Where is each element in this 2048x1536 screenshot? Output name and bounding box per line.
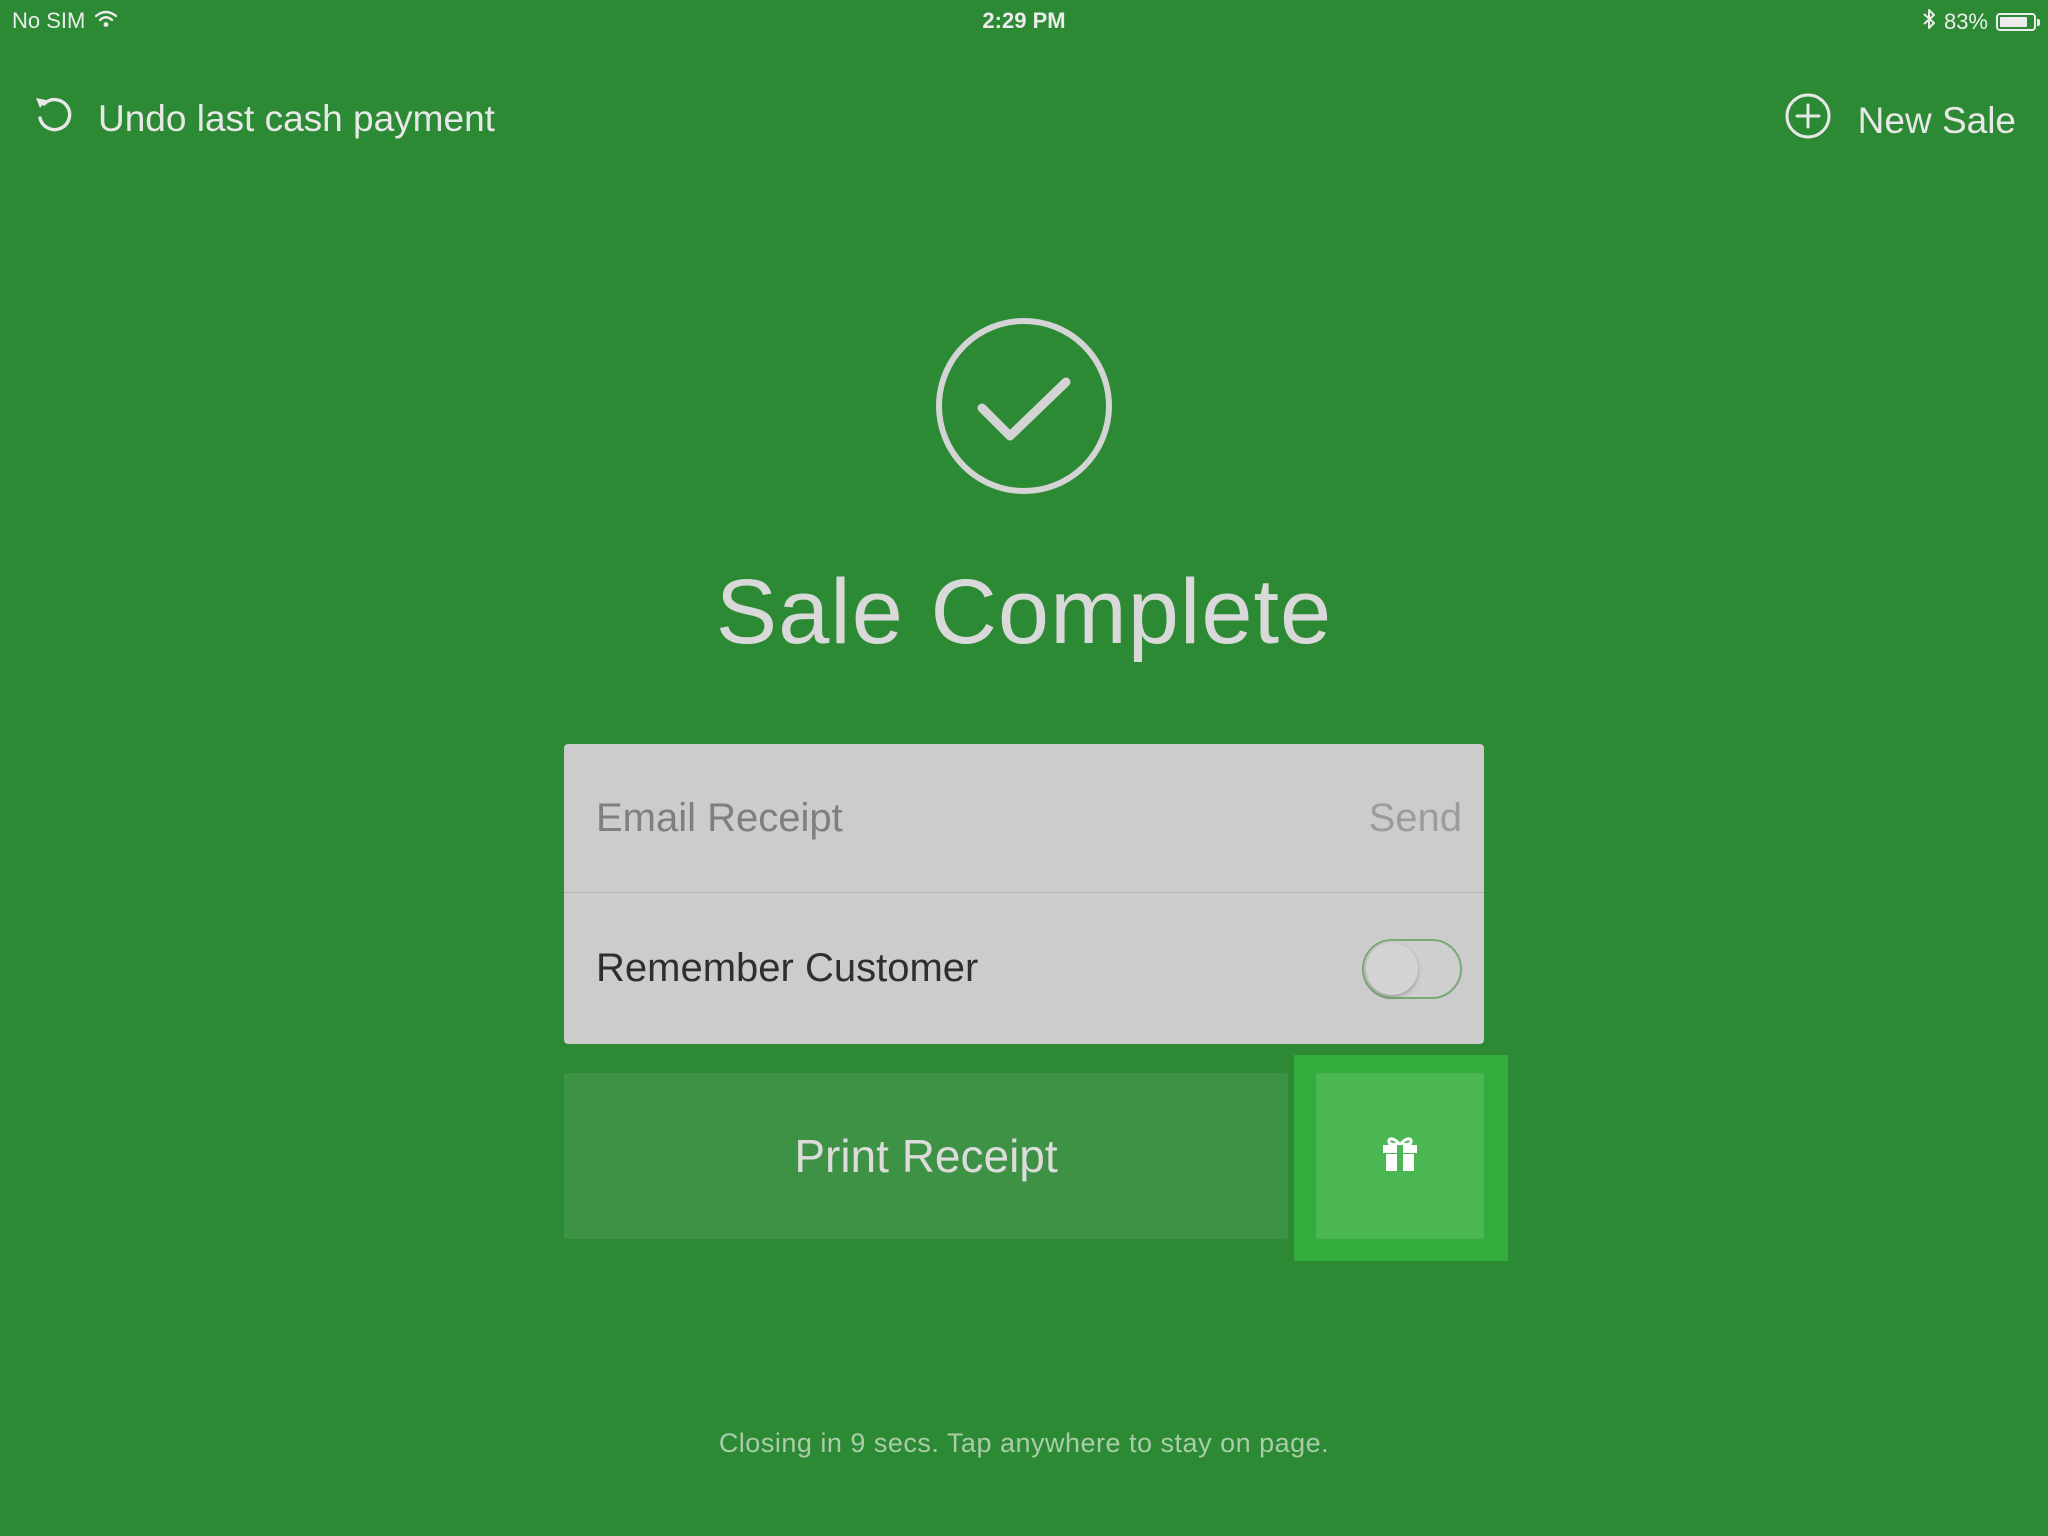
- remember-customer-label: Remember Customer: [596, 946, 979, 990]
- battery-percent: 83%: [1943, 9, 1988, 34]
- closing-countdown-note: Closing in 9 secs. Tap anywhere to stay …: [718, 1428, 1330, 1458]
- toggle-knob: [1366, 942, 1418, 995]
- remember-customer-row: Remember Customer: [564, 894, 1484, 1043]
- print-receipt-button[interactable]: Print Receipt: [564, 1073, 1288, 1239]
- email-receipt-field[interactable]: Email Receipt: [596, 796, 1369, 841]
- status-right: 83%: [1922, 8, 2040, 36]
- receipt-options-card: Email Receipt Send Remember Customer: [564, 744, 1484, 1044]
- bluetooth-icon: [1922, 8, 1936, 36]
- battery-level-fill: [2000, 17, 2027, 27]
- page-title: Sale Complete: [715, 561, 1333, 663]
- battery-icon: [1996, 13, 2040, 31]
- gift-receipt-button[interactable]: [1316, 1073, 1484, 1239]
- undo-icon: [32, 92, 76, 145]
- undo-last-cash-payment-button[interactable]: Undo last cash payment: [32, 92, 495, 145]
- gift-receipt-highlight: [1294, 1055, 1508, 1261]
- new-sale-button[interactable]: New Sale: [1784, 92, 2016, 149]
- status-bar: No SIM 2:29 PM 83%: [0, 0, 2048, 40]
- status-time: 2:29 PM: [982, 8, 1066, 33]
- gift-icon: [1380, 1136, 1420, 1177]
- print-receipt-label: Print Receipt: [794, 1130, 1058, 1182]
- send-button[interactable]: Send: [1369, 796, 1462, 841]
- email-receipt-row[interactable]: Email Receipt Send: [564, 744, 1484, 893]
- check-circle-icon: [934, 316, 1114, 496]
- plus-circle-icon: [1784, 92, 1832, 149]
- new-sale-label: New Sale: [1857, 99, 2016, 141]
- undo-label: Undo last cash payment: [98, 97, 495, 139]
- remember-customer-toggle[interactable]: [1362, 938, 1462, 999]
